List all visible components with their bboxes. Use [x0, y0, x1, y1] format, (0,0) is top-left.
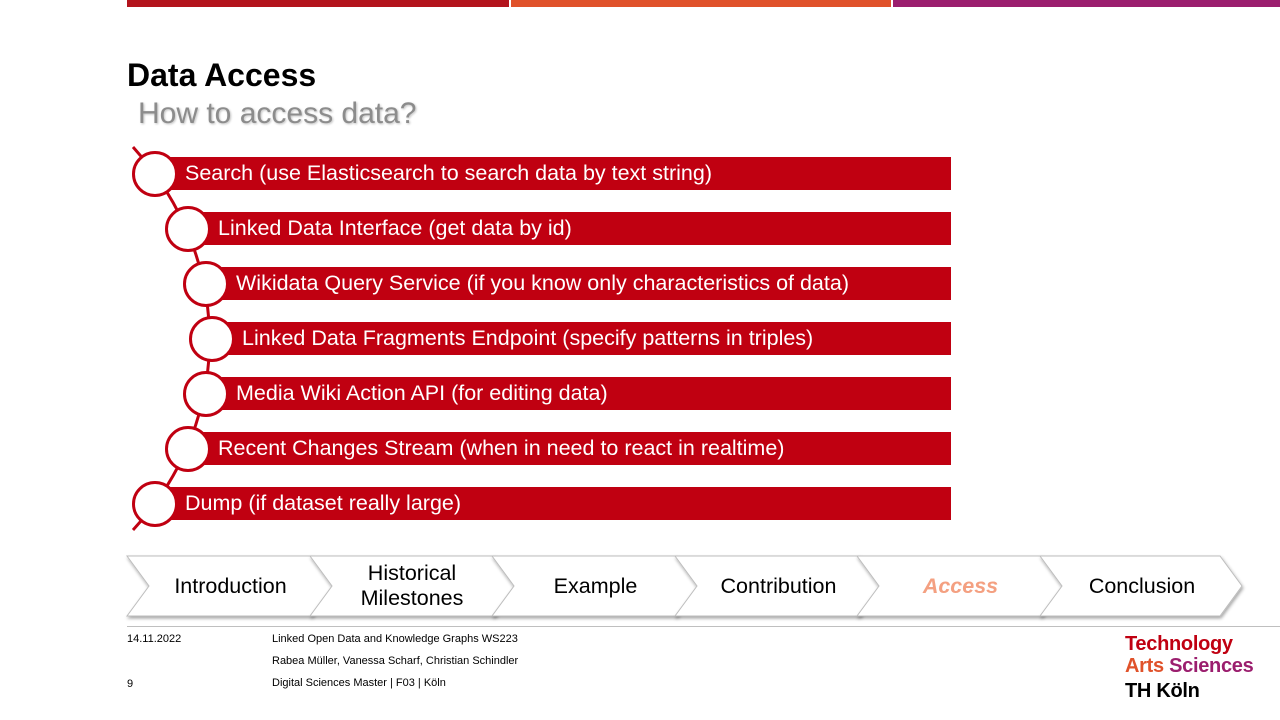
footer-authors: Rabea Müller, Vanessa Scharf, Christian …: [272, 655, 519, 667]
footer-program: Digital Sciences Master | F03 | Köln: [272, 677, 446, 689]
logo-sciences: Sciences: [1169, 655, 1254, 677]
nav-step-contribution[interactable]: Contribution: [697, 556, 860, 616]
footer-page-number: 9: [127, 678, 134, 690]
footer-course: Linked Open Data and Knowledge Graphs WS…: [272, 633, 518, 645]
nav-step-access[interactable]: Access: [879, 556, 1042, 616]
logo-line-arts-sciences: Arts Sciences: [1125, 655, 1254, 677]
logo-technology: Technology: [1125, 633, 1233, 655]
footer-divider: [127, 626, 1280, 627]
footer-date: 14.11.2022: [127, 633, 182, 645]
nav-step-conclusion[interactable]: Conclusion: [1062, 556, 1222, 616]
nav-step-historical-milestones[interactable]: Historical Milestones: [337, 556, 487, 616]
nav-step-example[interactable]: Example: [514, 556, 677, 616]
nav-step-introduction[interactable]: Introduction: [149, 556, 312, 616]
logo-th-koeln: TH Köln: [1125, 680, 1200, 702]
logo-arts: Arts: [1125, 655, 1164, 677]
